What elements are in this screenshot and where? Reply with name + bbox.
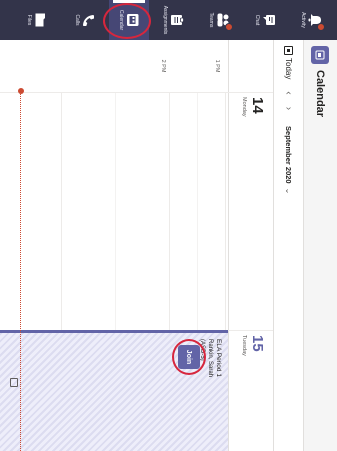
day-name: Tuesday	[241, 335, 247, 356]
phone-icon	[82, 12, 96, 28]
day-name: Monday	[241, 97, 247, 117]
join-button[interactable]: Join	[178, 345, 200, 369]
event-title: ELA Period 1	[215, 339, 222, 377]
next-week-button[interactable]: ›	[283, 107, 294, 110]
app-rail: Activity Chat Teams Assignments Calendar…	[0, 0, 337, 40]
rail-label: Calendar	[118, 9, 124, 31]
notification-badge	[317, 23, 325, 31]
calendar-toolbar: Today ‹ › September 2020 ⌄	[273, 40, 303, 451]
rail-label: Calls	[74, 14, 80, 26]
time-gutter	[228, 40, 273, 92]
previous-week-button[interactable]: ‹	[283, 91, 294, 94]
chevron-down-icon[interactable]: ⌄	[284, 188, 293, 195]
current-time-line	[20, 92, 21, 451]
event-organizer: Rankin, Sarah	[207, 339, 213, 378]
day-header-tuesday[interactable]: 15 Tuesday	[228, 330, 273, 451]
assignments-icon	[170, 12, 184, 28]
today-label: Today	[284, 58, 293, 80]
today-button[interactable]: Today	[284, 46, 293, 79]
files-icon	[34, 12, 48, 28]
current-time-marker	[18, 88, 24, 94]
rail-item-calls[interactable]: Calls	[65, 0, 105, 40]
time-label: 2 PM	[160, 59, 166, 73]
rail-label: Assignments	[162, 5, 168, 35]
time-grid[interactable]: 1 PM 2 PM ELA Period 1 Rankin, Sarah (AS…	[0, 40, 228, 451]
rail-item-chat[interactable]: Chat	[245, 0, 285, 40]
calendar-header: Calendar	[303, 40, 337, 451]
rail-item-assignments[interactable]: Assignments	[153, 0, 193, 40]
calendar-view: Calendar Today ‹ › September 2020 ⌄ 14 M…	[0, 40, 337, 451]
column-divider	[0, 92, 228, 93]
teams-window: Activity Chat Teams Assignments Calendar…	[0, 0, 337, 451]
page-title: Calendar	[314, 70, 327, 118]
days-header: 14 Monday 15 Tuesday	[228, 40, 273, 451]
time-label: 1 PM	[214, 59, 220, 73]
day-header-monday[interactable]: 14 Monday	[228, 92, 273, 330]
rail-label: Files	[26, 14, 32, 26]
rail-item-activity[interactable]: Activity	[291, 0, 331, 40]
calendar-icon	[126, 12, 140, 28]
month-picker[interactable]: September 2020	[284, 126, 293, 184]
calendar-app-icon	[311, 46, 330, 64]
chat-icon	[262, 12, 276, 28]
day-number: 15	[249, 335, 266, 352]
rail-label: Chat	[254, 14, 260, 26]
rail-item-calendar[interactable]: Calendar	[109, 0, 149, 40]
rail-item-teams[interactable]: Teams	[199, 0, 239, 40]
calendar-today-icon	[284, 46, 293, 55]
rail-label: Teams	[208, 12, 214, 28]
rail-label: Activity	[300, 12, 306, 28]
rail-item-files[interactable]: Files	[17, 0, 57, 40]
day-number: 14	[249, 97, 266, 114]
recurring-icon	[10, 378, 18, 387]
notification-badge	[225, 23, 233, 31]
